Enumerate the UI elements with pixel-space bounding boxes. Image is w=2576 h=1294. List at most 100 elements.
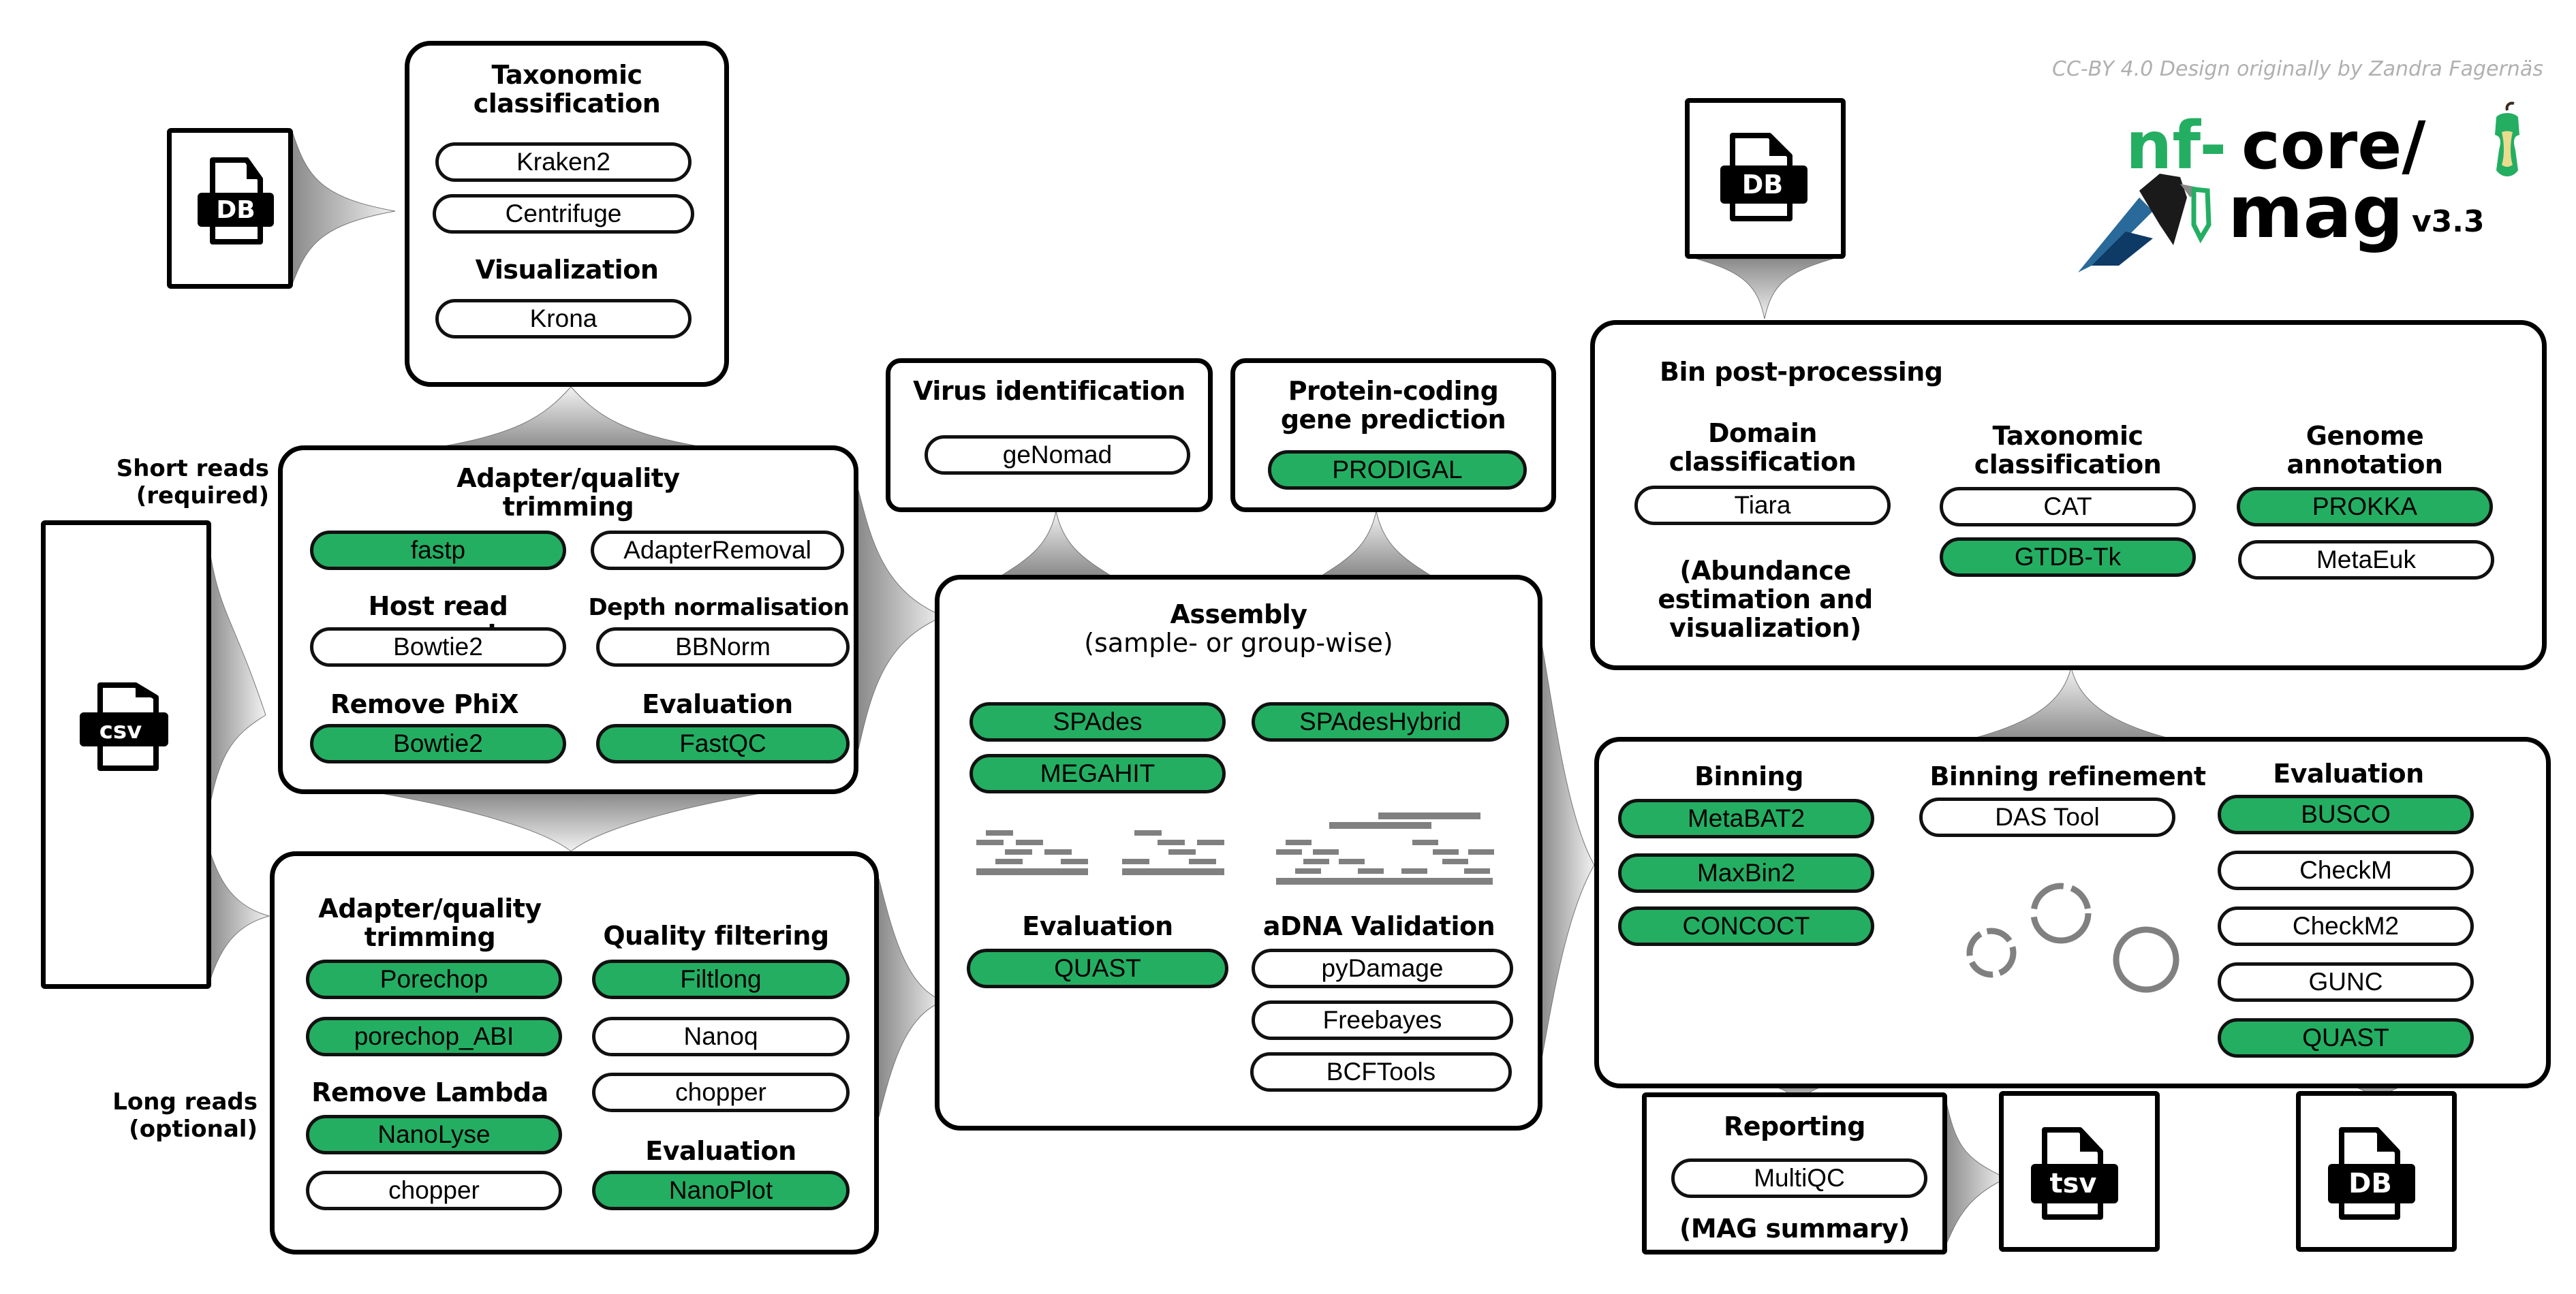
tool-prokka[interactable]: PROKKA — [2237, 487, 2493, 526]
assembly-title: Assembly — [1170, 599, 1307, 629]
tool-spadeshybrid[interactable]: SPAdesHybrid — [1252, 702, 1509, 742]
magpie-icon — [2078, 174, 2212, 272]
abundance-note: (Abundance estimation and visualization) — [1658, 556, 1873, 643]
tsv-label: tsv — [2049, 1168, 2096, 1199]
db-input-top-right: DB — [1685, 98, 1846, 259]
connector-db-to-binpost — [1696, 258, 1833, 319]
tool-dastool[interactable]: DAS Tool — [1919, 798, 2175, 837]
mag-summary-note: (MAG summary) — [1679, 1214, 1910, 1244]
short-reads-label: Short reads (required) — [116, 455, 269, 509]
tool-adapterremoval[interactable]: AdapterRemoval — [591, 531, 844, 570]
virus-title: Virus identification — [913, 376, 1185, 406]
connector-assembly-to-binning — [1540, 640, 1595, 1063]
tool-spades[interactable]: SPAdes — [969, 702, 1226, 742]
csv-file-icon: csv — [80, 682, 168, 771]
bin-circles-graphic — [1966, 883, 2179, 993]
tool-chopper-lambda[interactable]: chopper — [306, 1171, 562, 1210]
tool-bcftools[interactable]: BCFTools — [1250, 1052, 1512, 1092]
database-file-icon: DB — [2328, 1127, 2415, 1220]
tool-megahit[interactable]: MEGAHIT — [969, 754, 1226, 793]
tool-bbnorm[interactable]: BBNorm — [596, 627, 850, 667]
tool-metaeuk[interactable]: MetaEuk — [2238, 540, 2494, 580]
assembly-panel: Assembly (sample- or group-wise) SPAdes … — [935, 575, 1542, 1131]
tsv-file-icon: tsv — [2031, 1127, 2118, 1220]
tool-krona[interactable]: Krona — [435, 299, 692, 338]
taxonomic-title: Taxonomic classification — [473, 60, 661, 119]
connector-reporting-to-tsv — [1944, 1096, 2008, 1247]
tool-concoct[interactable]: CONCOCT — [1618, 906, 1874, 946]
sr-depth-title: Depth normalisation — [588, 594, 850, 621]
db-input-top-left: DB — [167, 128, 293, 289]
binning-eval-title: Evaluation — [2273, 759, 2424, 789]
tool-nanoq[interactable]: Nanoq — [592, 1017, 850, 1056]
tool-genomad[interactable]: geNomad — [925, 435, 1190, 475]
tool-busco[interactable]: BUSCO — [2218, 795, 2474, 834]
csv-label: csv — [99, 717, 142, 744]
tool-filtlong[interactable]: Filtlong — [592, 960, 850, 999]
logo-mag-text: mag — [2228, 170, 2404, 254]
tool-bowtie2-phix[interactable]: Bowtie2 — [310, 724, 566, 763]
protein-prediction-panel: Protein-coding gene prediction PRODIGAL — [1230, 358, 1556, 512]
connector-assembly-to-protein — [1320, 510, 1432, 576]
assembly-eval-title: Evaluation — [1022, 911, 1173, 941]
database-file-icon: DB — [1720, 133, 1807, 221]
connector-short-to-taxonomic — [422, 386, 720, 450]
binpost-tax-title: Taxonomic classification — [1974, 421, 2162, 479]
tool-quast-binning[interactable]: QUAST — [2218, 1018, 2474, 1058]
assembly-subtitle: (sample- or group-wise) — [1084, 628, 1393, 658]
short-reads-preprocessing-panel: Adapter/quality trimming fastp AdapterRe… — [278, 445, 858, 794]
tool-cat[interactable]: CAT — [1940, 487, 2196, 526]
tool-bowtie2-host[interactable]: Bowtie2 — [310, 627, 566, 667]
apple-core-icon — [2495, 101, 2519, 176]
lr-trim-title: Adapter/quality trimming — [318, 894, 542, 952]
sr-trim-title: Adapter/quality trimming — [456, 463, 680, 522]
credit-text: CC-BY 4.0 Design originally by Zandra Fa… — [2052, 57, 2543, 81]
tool-quast-assembly[interactable]: QUAST — [967, 949, 1228, 988]
adna-title: aDNA Validation — [1262, 911, 1495, 941]
tool-prodigal[interactable]: PRODIGAL — [1268, 450, 1527, 490]
lr-lambda-title: Remove Lambda — [311, 1077, 548, 1107]
tool-tiara[interactable]: Tiara — [1634, 486, 1891, 525]
tool-nanolyse[interactable]: NanoLyse — [306, 1115, 562, 1154]
tool-checkm[interactable]: CheckM — [2218, 851, 2474, 890]
tool-kraken2[interactable]: Kraken2 — [435, 142, 692, 182]
tool-freebayes[interactable]: Freebayes — [1252, 1000, 1513, 1040]
connector-assembly-to-virus — [1000, 510, 1112, 576]
protein-title: Protein-coding gene prediction — [1280, 376, 1506, 435]
tool-porechop[interactable]: Porechop — [306, 960, 562, 999]
bin-post-processing-panel: Bin post-processing Domain classificatio… — [1590, 320, 2547, 670]
binpost-title: Bin post-processing — [1660, 357, 1943, 387]
database-file-icon: DB — [198, 157, 274, 244]
tool-porechop-abi[interactable]: porechop_ABI — [306, 1017, 562, 1056]
tool-fastp[interactable]: fastp — [310, 531, 566, 570]
db-label: DB — [216, 196, 255, 224]
csv-input: csv — [41, 520, 211, 989]
db-output: DB — [2296, 1091, 2457, 1252]
connector-csv-to-short — [207, 537, 266, 818]
db-output-label: DB — [2348, 1168, 2392, 1199]
genome-title: Genome annotation — [2286, 421, 2443, 479]
refine-title: Binning refinement — [1929, 761, 2206, 791]
reporting-title: Reporting — [1723, 1111, 1866, 1141]
tool-maxbin2[interactable]: MaxBin2 — [1618, 853, 1874, 893]
tool-pydamage[interactable]: pyDamage — [1252, 949, 1513, 988]
tool-fastqc[interactable]: FastQC — [596, 724, 850, 763]
tool-checkm2[interactable]: CheckM2 — [2218, 906, 2474, 946]
sr-phix-title: Remove PhiX — [330, 689, 519, 719]
tool-metabat2[interactable]: MetaBAT2 — [1618, 799, 1874, 838]
tsv-output: tsv — [1999, 1091, 2160, 1252]
taxonomic-classification-panel: Taxonomic classification Kraken2 Centrif… — [405, 41, 729, 387]
tool-chopper-filter[interactable]: chopper — [592, 1073, 850, 1112]
virus-identification-panel: Virus identification geNomad — [886, 358, 1213, 512]
logo: nf- core/ mag v3.3 — [2078, 101, 2562, 272]
connector-db-to-taxonomic — [291, 129, 396, 287]
tool-centrifuge[interactable]: Centrifuge — [433, 194, 694, 234]
tool-gunc[interactable]: GUNC — [2218, 962, 2474, 1002]
tool-nanoplot[interactable]: NanoPlot — [592, 1171, 850, 1210]
lr-filter-title: Quality filtering — [603, 921, 829, 951]
connector-short-to-long — [381, 793, 761, 852]
tool-gtdbtk[interactable]: GTDB-Tk — [1940, 537, 2196, 577]
tool-multiqc[interactable]: MultiQC — [1671, 1158, 1927, 1198]
connector-short-to-assembly — [858, 490, 945, 750]
hybrid-assembly-graphic — [1276, 812, 1494, 885]
